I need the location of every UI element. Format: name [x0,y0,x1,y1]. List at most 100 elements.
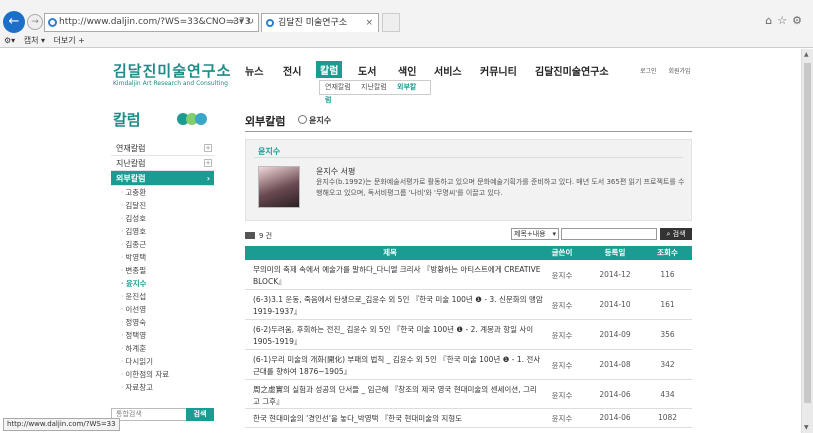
author-link[interactable]: 이한점의 자료 [111,368,214,381]
menu-label: 연재칼럼 [116,144,146,153]
tools-icon[interactable]: ⚙▾ [4,36,15,45]
page: 김달진미술연구소 Kimdaljin Art Research and Cons… [0,49,800,433]
table-row[interactable]: 한국 현대미술의 '경인선'을 놓다_박영택 『한국 현대미술의 지형도 윤지수… [245,410,692,428]
nav-community[interactable]: 커뮤니티 [480,63,517,78]
close-icon[interactable]: × [365,14,373,32]
author-profile: 윤지수 윤지수 서평 윤지수(b.1992)는 문화예술서평가로 활동하고 있으… [245,139,692,221]
nav-news[interactable]: 뉴스 [245,63,263,78]
author-link[interactable]: 다시읽기 [111,355,214,368]
table-row[interactable]: (6-3)3.1 운동, 죽음에서 탄생으로_김윤수 외 5인 『한국 미술 1… [245,291,692,320]
author-link[interactable]: 하계훈 [111,342,214,355]
profile-heading: 윤지수 [258,147,281,156]
author-link[interactable]: 김영호 [111,225,214,238]
sidebar-title: 칼럼 [113,111,141,129]
table-row[interactable]: 무의미의 축제 속에서 예술가를 말하다_다니엘 크리사 『방황하는 아티스트에… [245,261,692,290]
divider [254,157,683,158]
page-title: 외부칼럼 [245,115,286,128]
search-refresh-icon[interactable]: ⌕ ▾ ↻ [231,14,254,31]
subnav-serial[interactable]: 연재칼럼 [325,83,351,91]
author-link[interactable]: 윤진섭 [111,290,214,303]
author-photo [258,166,300,208]
command-bar: ⚙▾ 캡처 ▾ 더보기 + [0,33,813,48]
back-arrow-icon[interactable]: ← [3,11,25,33]
logo-subtitle: Kimdaljin Art Research and Consulting [113,80,228,87]
row-views: 342 [660,360,675,369]
row-author: 윤지수 [551,271,573,280]
nav-books[interactable]: 도서 [358,63,376,78]
table-row[interactable]: 周之虛實의 실험과 성공의 단서들 _ 임근혜 『창조의 제국 영국 현대미술의… [245,381,692,409]
plus-icon: + [204,144,212,152]
row-date: 2014-10 [599,300,631,309]
row-title[interactable]: (6-1)우리 미술의 개화(開化) 부패의 법칙 _ 김윤수 외 5인 『한국… [253,354,543,378]
row-date: 2014-09 [599,330,631,339]
search-type-select[interactable]: 제목+내용 [511,228,559,240]
nav-exhibition[interactable]: 전시 [283,63,301,78]
row-date: 2014-12 [599,270,631,279]
home-star-gear-icon[interactable]: ⌂☆⚙ [765,14,807,27]
table-header: 제목 글쓴이 등록일 조회수 [245,246,692,260]
decorative-dots [177,113,207,128]
author-link[interactable]: 변종필 [111,264,214,277]
nav-index[interactable]: 색인 [398,63,416,78]
scroll-down-icon[interactable]: ▼ [804,424,809,431]
author-link[interactable]: 김종근 [111,238,214,251]
scrollbar[interactable]: ▲ ▼ [801,49,813,433]
sidebar-menu: 연재칼럼 + 지난칼럼 + 외부칼럼 › 고충환 김달진 김성호 김영호 김종근 박영… [111,141,214,394]
row-author: 윤지수 [551,414,573,423]
author-link[interactable]: 정택영 [111,329,214,342]
nav-institute[interactable]: 김달진미술연구소 [535,63,609,78]
search-input[interactable] [561,228,657,240]
browser-tab[interactable]: 김달진 미술연구소 × [261,13,379,32]
row-title[interactable]: (6-2)두려움, 후회하는 전진_ 김윤수 외 5인 『한국 미술 100년 … [253,324,543,348]
address-bar[interactable]: http://www.daljin.com/?WS=33&CNO=373 ⌕ ▾… [44,13,259,32]
table-row[interactable]: (6-1)우리 미술의 개화(開化) 부패의 법칙 _ 김윤수 외 5인 『한국… [245,351,692,380]
profile-description: 윤지수(b.1992)는 문화예술서평가로 활동하고 있으며 문화예술기획가를 … [316,178,685,197]
row-views: 161 [660,300,675,309]
author-link[interactable]: 김달진 [111,199,214,212]
row-views: 434 [660,390,675,399]
row-title[interactable]: 무의미의 축제 속에서 예술가를 말하다_다니엘 크리사 『방황하는 아티스트에… [253,264,543,288]
row-title[interactable]: (6-3)3.1 운동, 죽음에서 탄생으로_김윤수 외 5인 『한국 미술 1… [253,294,543,318]
col-date: 등록일 [604,248,626,257]
capture-button[interactable]: 캡처 ▾ [24,36,45,45]
ie-icon [266,19,274,27]
browser-chrome: ← → http://www.daljin.com/?WS=33&CNO=373… [0,0,813,48]
author-link[interactable]: 이선영 [111,303,214,316]
result-count: 9 건 [245,231,272,241]
page-subtitle: 윤지수 [298,115,331,126]
scroll-up-icon[interactable]: ▲ [804,51,809,58]
more-button[interactable]: 더보기 + [54,36,85,45]
sidebar-item-external[interactable]: 외부칼럼 › [111,171,214,186]
table-row[interactable]: (6-2)두려움, 후회하는 전진_ 김윤수 외 5인 『한국 미술 100년 … [245,321,692,350]
dot-icon [195,113,207,125]
search-button-label: 검색 [672,230,686,238]
forward-arrow-icon[interactable]: → [27,14,43,30]
author-link[interactable]: 고충환 [111,186,214,199]
sub-nav: 연재칼럼 지난칼럼 외부칼럼 [319,80,431,104]
author-link-selected[interactable]: 윤지수 [111,277,214,290]
new-tab-button[interactable] [382,13,400,32]
row-views: 116 [660,270,675,279]
row-date: 2014-06 [599,390,631,399]
sidebar-search-button[interactable]: 검색 [186,408,214,421]
row-title[interactable]: 周之虛實의 실험과 성공의 단서들 _ 임근혜 『창조의 제국 영국 현대미술의… [253,384,543,408]
author-link[interactable]: 박영택 [111,251,214,264]
author-link[interactable]: 정영숙 [111,316,214,329]
row-title[interactable]: 한국 현대미술의 '경인선'을 놓다_박영택 『한국 현대미술의 지형도 [253,413,543,425]
search-button[interactable]: ⌕ 검색 [660,228,692,240]
scroll-thumb[interactable] [804,63,811,403]
subnav-past[interactable]: 지난칼럼 [361,83,387,91]
login-link[interactable]: 로그인 [640,68,657,75]
sidebar-item-serial[interactable]: 연재칼럼 + [111,141,214,156]
logo-title[interactable]: 김달진미술연구소 [113,60,231,81]
row-views: 356 [660,330,675,339]
author-link[interactable]: 자료창고 [111,381,214,394]
author-link[interactable]: 김성호 [111,212,214,225]
nav-column[interactable]: 칼럼 [316,61,343,78]
join-link[interactable]: 회원가입 [668,68,690,75]
divider [245,131,692,132]
nav-service[interactable]: 서비스 [434,63,462,78]
row-author: 윤지수 [551,301,573,310]
row-author: 윤지수 [551,331,573,340]
sidebar-item-past[interactable]: 지난칼럼 + [111,156,214,171]
